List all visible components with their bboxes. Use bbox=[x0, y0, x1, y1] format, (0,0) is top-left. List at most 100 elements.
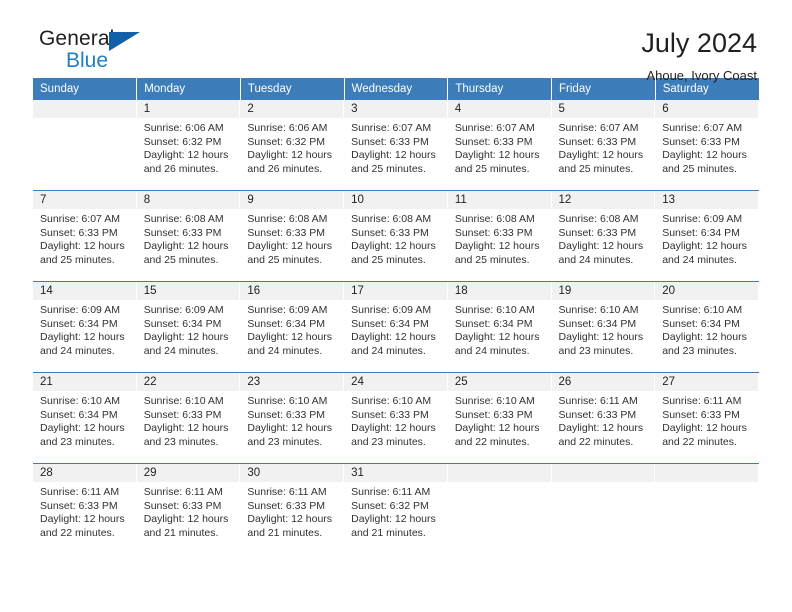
sunset-text: Sunset: 6:33 PM bbox=[662, 408, 740, 421]
daylight-text-line1: Daylight: 12 hours bbox=[558, 149, 644, 162]
calendar-day-cell[interactable]: 18 Sunrise: 6:10 AM Sunset: 6:34 PM Dayligh… bbox=[447, 281, 552, 373]
weekday-header-wednesday: Wednesday bbox=[344, 78, 449, 100]
day-details: Sunrise: 6:10 AM Sunset: 6:34 PM Daylight:… bbox=[33, 391, 137, 449]
calendar-day-cell[interactable]: 10 Sunrise: 6:08 AM Sunset: 6:33 PM Dayligh… bbox=[344, 190, 448, 282]
calendar-week-row: 14 Sunrise: 6:09 AM Sunset: 6:34 PM Dayligh… bbox=[33, 281, 759, 373]
daylight-text-line2: and 22 minutes. bbox=[558, 435, 634, 448]
calendar-day-cell[interactable]: 14 Sunrise: 6:09 AM Sunset: 6:34 PM Dayligh… bbox=[33, 281, 137, 373]
sunset-text: Sunset: 6:34 PM bbox=[662, 226, 740, 239]
day-details: Sunrise: 6:11 AM Sunset: 6:32 PM Daylight:… bbox=[344, 482, 448, 540]
calendar-day-cell[interactable]: 9 Sunrise: 6:08 AM Sunset: 6:33 PM Daylight… bbox=[240, 190, 345, 282]
sunrise-text: Sunrise: 6:10 AM bbox=[247, 395, 328, 407]
day-details: Sunrise: 6:09 AM Sunset: 6:34 PM Daylight:… bbox=[33, 300, 137, 358]
calendar-cell-inner bbox=[33, 100, 137, 190]
sunrise-text: Sunrise: 6:06 AM bbox=[143, 122, 224, 134]
calendar-cell-inner: 12 Sunrise: 6:08 AM Sunset: 6:33 PM Dayligh… bbox=[551, 191, 656, 281]
daylight-text-line2: and 25 minutes. bbox=[662, 162, 737, 175]
daylight-text-line2: and 24 minutes. bbox=[454, 344, 530, 357]
daylight-text-line1: Daylight: 12 hours bbox=[558, 422, 644, 435]
calendar-day-cell[interactable]: 8 Sunrise: 6:08 AM Sunset: 6:33 PM Daylight… bbox=[136, 190, 241, 282]
calendar-day-cell[interactable]: 7 Sunrise: 6:07 AM Sunset: 6:33 PM Daylight… bbox=[33, 190, 137, 282]
calendar-day-cell[interactable]: 27 Sunrise: 6:11 AM Sunset: 6:33 PM Dayligh… bbox=[655, 372, 759, 464]
calendar-cell-empty bbox=[655, 463, 759, 554]
calendar-day-cell[interactable]: 17 Sunrise: 6:09 AM Sunset: 6:34 PM Dayligh… bbox=[344, 281, 448, 373]
daylight-text-line1: Daylight: 12 hours bbox=[247, 240, 333, 253]
calendar-day-cell[interactable]: 28 Sunrise: 6:11 AM Sunset: 6:33 PM Dayligh… bbox=[33, 463, 137, 554]
sunrise-text: Sunrise: 6:09 AM bbox=[40, 304, 120, 316]
sunrise-text: Sunrise: 6:08 AM bbox=[247, 213, 328, 225]
calendar-day-cell[interactable]: 26 Sunrise: 6:11 AM Sunset: 6:33 PM Dayligh… bbox=[551, 372, 656, 464]
calendar-day-cell[interactable]: 3 Sunrise: 6:07 AM Sunset: 6:33 PM Daylight… bbox=[344, 100, 448, 191]
daylight-text-line2: and 23 minutes. bbox=[558, 344, 634, 357]
calendar-cell-empty bbox=[551, 463, 656, 554]
calendar-week-row: 28 Sunrise: 6:11 AM Sunset: 6:33 PM Dayligh… bbox=[33, 463, 759, 554]
day-details: Sunrise: 6:10 AM Sunset: 6:33 PM Daylight:… bbox=[137, 391, 241, 449]
sunrise-text: Sunrise: 6:10 AM bbox=[454, 395, 535, 407]
sunrise-text: Sunrise: 6:10 AM bbox=[143, 395, 224, 407]
calendar-day-cell[interactable]: 16 Sunrise: 6:09 AM Sunset: 6:34 PM Dayligh… bbox=[240, 281, 345, 373]
daylight-text-line1: Daylight: 12 hours bbox=[247, 513, 333, 526]
day-details: Sunrise: 6:11 AM Sunset: 6:33 PM Daylight:… bbox=[240, 482, 344, 540]
daylight-text-line2: and 24 minutes. bbox=[247, 344, 323, 357]
day-details: Sunrise: 6:07 AM Sunset: 6:33 PM Daylight:… bbox=[552, 118, 656, 176]
calendar-day-cell[interactable]: 21 Sunrise: 6:10 AM Sunset: 6:34 PM Dayligh… bbox=[33, 372, 137, 464]
calendar-day-cell[interactable]: 4 Sunrise: 6:07 AM Sunset: 6:33 PM Daylight… bbox=[447, 100, 552, 191]
sunset-text: Sunset: 6:33 PM bbox=[143, 499, 222, 512]
calendar-cell-inner: 10 Sunrise: 6:08 AM Sunset: 6:33 PM Dayligh… bbox=[344, 191, 448, 281]
day-number: 9 bbox=[240, 191, 345, 209]
sunrise-text: Sunrise: 6:11 AM bbox=[351, 486, 431, 498]
calendar-day-cell[interactable]: 30 Sunrise: 6:11 AM Sunset: 6:33 PM Dayligh… bbox=[240, 463, 345, 554]
calendar-day-cell[interactable]: 12 Sunrise: 6:08 AM Sunset: 6:33 PM Dayligh… bbox=[551, 190, 656, 282]
sunset-text: Sunset: 6:33 PM bbox=[558, 408, 637, 421]
daylight-text-line1: Daylight: 12 hours bbox=[40, 240, 125, 253]
calendar-cell-inner: 7 Sunrise: 6:07 AM Sunset: 6:33 PM Daylight… bbox=[33, 191, 137, 281]
calendar-day-cell[interactable]: 24 Sunrise: 6:10 AM Sunset: 6:33 PM Dayligh… bbox=[344, 372, 448, 464]
daylight-text-line2: and 23 minutes. bbox=[143, 435, 219, 448]
daylight-text-line1: Daylight: 12 hours bbox=[662, 149, 747, 162]
calendar-cell-empty bbox=[447, 463, 552, 554]
day-number: 13 bbox=[655, 191, 759, 209]
calendar-day-cell[interactable]: 29 Sunrise: 6:11 AM Sunset: 6:33 PM Dayligh… bbox=[136, 463, 241, 554]
weekday-header-tuesday: Tuesday bbox=[240, 78, 345, 100]
daylight-text-line1: Daylight: 12 hours bbox=[143, 240, 229, 253]
calendar-day-cell[interactable]: 22 Sunrise: 6:10 AM Sunset: 6:33 PM Dayligh… bbox=[136, 372, 241, 464]
location-subtitle: Ahoue, Ivory Coast bbox=[646, 68, 757, 83]
weekday-header-thursday: Thursday bbox=[447, 78, 553, 100]
day-details: Sunrise: 6:08 AM Sunset: 6:33 PM Daylight:… bbox=[344, 209, 448, 267]
calendar-day-cell[interactable]: 2 Sunrise: 6:06 AM Sunset: 6:32 PM Daylight… bbox=[240, 100, 345, 191]
calendar-cell-empty bbox=[33, 100, 137, 191]
sunrise-text: Sunrise: 6:08 AM bbox=[558, 213, 639, 225]
calendar-cell-inner: 28 Sunrise: 6:11 AM Sunset: 6:33 PM Dayligh… bbox=[33, 464, 137, 554]
calendar-day-cell[interactable]: 23 Sunrise: 6:10 AM Sunset: 6:33 PM Dayligh… bbox=[240, 372, 345, 464]
calendar-body: 1 Sunrise: 6:06 AM Sunset: 6:32 PM Daylight… bbox=[33, 100, 759, 554]
calendar-day-cell[interactable]: 19 Sunrise: 6:10 AM Sunset: 6:34 PM Dayligh… bbox=[551, 281, 656, 373]
day-details: Sunrise: 6:07 AM Sunset: 6:33 PM Daylight:… bbox=[33, 209, 137, 267]
calendar-day-cell[interactable]: 31 Sunrise: 6:11 AM Sunset: 6:32 PM Dayligh… bbox=[344, 463, 448, 554]
daylight-text-line1: Daylight: 12 hours bbox=[351, 240, 436, 253]
sunrise-text: Sunrise: 6:10 AM bbox=[351, 395, 432, 407]
calendar-day-cell[interactable]: 11 Sunrise: 6:08 AM Sunset: 6:33 PM Dayligh… bbox=[447, 190, 552, 282]
sunrise-text: Sunrise: 6:07 AM bbox=[454, 122, 535, 134]
calendar-day-cell[interactable]: 20 Sunrise: 6:10 AM Sunset: 6:34 PM Dayligh… bbox=[655, 281, 759, 373]
calendar-cell-inner: 29 Sunrise: 6:11 AM Sunset: 6:33 PM Dayligh… bbox=[136, 464, 241, 554]
calendar-day-cell[interactable]: 25 Sunrise: 6:10 AM Sunset: 6:33 PM Dayligh… bbox=[447, 372, 552, 464]
calendar-day-cell[interactable]: 5 Sunrise: 6:07 AM Sunset: 6:33 PM Daylight… bbox=[551, 100, 656, 191]
sunrise-text: Sunrise: 6:09 AM bbox=[143, 304, 224, 316]
calendar-day-cell[interactable]: 1 Sunrise: 6:06 AM Sunset: 6:32 PM Daylight… bbox=[136, 100, 241, 191]
daylight-text-line1: Daylight: 12 hours bbox=[143, 331, 229, 344]
sunrise-text: Sunrise: 6:11 AM bbox=[662, 395, 742, 407]
generalblue-logo[interactable]: General Blue bbox=[33, 28, 163, 78]
sunset-text: Sunset: 6:34 PM bbox=[662, 317, 740, 330]
sunset-text: Sunset: 6:32 PM bbox=[351, 499, 429, 512]
calendar-cell-inner: 5 Sunrise: 6:07 AM Sunset: 6:33 PM Daylight… bbox=[551, 100, 656, 190]
day-number: 25 bbox=[447, 373, 552, 391]
daylight-text-line2: and 22 minutes. bbox=[662, 435, 737, 448]
day-number: 4 bbox=[447, 100, 552, 118]
day-number: 10 bbox=[344, 191, 448, 209]
daylight-text-line1: Daylight: 12 hours bbox=[351, 513, 436, 526]
calendar-day-cell[interactable]: 15 Sunrise: 6:09 AM Sunset: 6:34 PM Dayligh… bbox=[136, 281, 241, 373]
calendar-day-cell[interactable]: 6 Sunrise: 6:07 AM Sunset: 6:33 PM Daylight… bbox=[655, 100, 759, 191]
calendar-day-cell[interactable]: 13 Sunrise: 6:09 AM Sunset: 6:34 PM Dayligh… bbox=[655, 190, 759, 282]
daylight-text-line2: and 23 minutes. bbox=[662, 344, 737, 357]
day-number: 29 bbox=[136, 464, 241, 482]
